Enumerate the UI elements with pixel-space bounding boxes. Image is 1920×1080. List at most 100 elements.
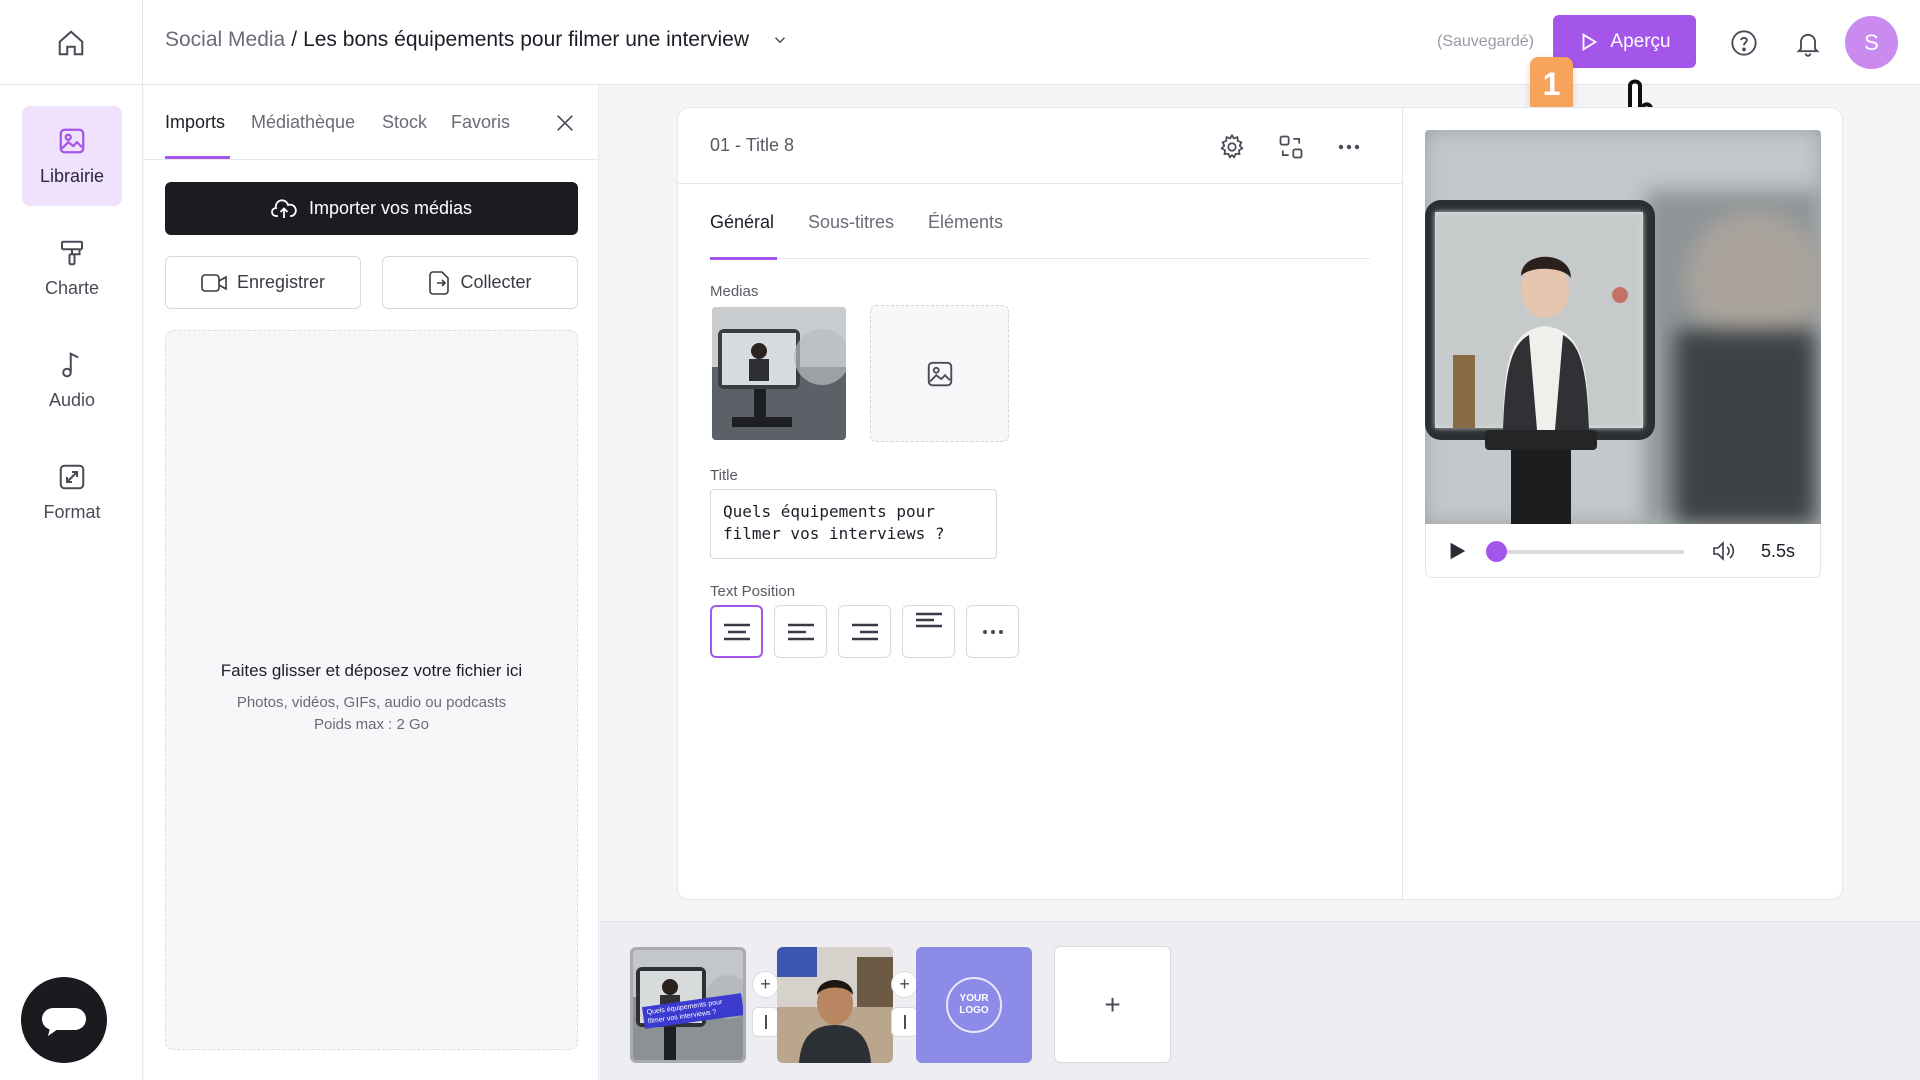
- tab-favoris[interactable]: Favoris: [451, 112, 510, 133]
- rail-item-librairie[interactable]: Librairie: [22, 106, 122, 206]
- music-note-icon: [62, 351, 79, 377]
- align-top-icon: [915, 612, 942, 628]
- tab-mediatheque[interactable]: Médiathèque: [251, 112, 355, 133]
- import-media-button[interactable]: Importer vos médias: [165, 182, 578, 235]
- swap-icon: [1279, 135, 1303, 159]
- swap-layout-button[interactable]: [1274, 130, 1308, 164]
- media-thumbnail[interactable]: [712, 307, 846, 440]
- more-horizontal-icon: [1338, 144, 1360, 150]
- image-icon: [59, 128, 85, 153]
- add-media-slot[interactable]: [870, 305, 1009, 442]
- rail-item-format[interactable]: Format: [22, 442, 122, 542]
- gear-icon: [1220, 133, 1244, 159]
- top-bar: Social Media / Les bons équipements pour…: [0, 0, 1920, 85]
- rail-item-label: Audio: [48, 389, 96, 410]
- more-options-button[interactable]: [1332, 130, 1366, 164]
- tabs-divider: [710, 258, 1370, 259]
- resize-icon: [59, 464, 85, 489]
- title-field[interactable]: [710, 489, 997, 559]
- step-badge: 1: [1530, 57, 1573, 112]
- medias-label: Medias: [710, 283, 759, 300]
- library-tabs: Imports Médiathèque Stock Favoris: [144, 85, 599, 160]
- text-position-more-button[interactable]: [966, 605, 1019, 658]
- timeline-scene-2[interactable]: [777, 947, 893, 1063]
- tab-elements[interactable]: Éléments: [928, 212, 1003, 233]
- timeline-scene-1[interactable]: Quels équipements pour filmer vos interv…: [630, 947, 746, 1063]
- scene-header: 01 - Title 8: [678, 108, 1402, 184]
- align-center-icon: [723, 623, 750, 640]
- home-icon: [58, 29, 84, 55]
- record-label: Enregistrer: [236, 272, 326, 292]
- rail-item-label: Charte: [44, 277, 100, 298]
- cloud-upload-icon: [271, 198, 297, 218]
- text-position-center-button[interactable]: [710, 605, 763, 658]
- save-status: (Sauvegardé): [1437, 33, 1534, 50]
- home-button[interactable]: [0, 0, 143, 85]
- rail-item-charte[interactable]: Charte: [22, 218, 122, 318]
- insert-scene-button[interactable]: +: [891, 971, 918, 998]
- timeline-scene-3[interactable]: YOUR LOGO: [916, 947, 1032, 1063]
- paint-roller-icon: [61, 240, 83, 265]
- record-button[interactable]: Enregistrer: [165, 256, 361, 309]
- image-add-icon: [927, 361, 952, 386]
- video-duration: 5.5s: [1761, 541, 1796, 561]
- more-horizontal-icon: [982, 629, 1003, 634]
- preview-button[interactable]: Aperçu: [1553, 15, 1696, 68]
- transition-handle[interactable]: [891, 1007, 918, 1037]
- collect-label: Collecter: [460, 272, 532, 292]
- avatar[interactable]: S: [1845, 16, 1898, 69]
- help-button[interactable]: [1725, 24, 1763, 62]
- collect-button[interactable]: Collecter: [382, 256, 578, 309]
- video-preview[interactable]: [1425, 130, 1821, 524]
- rail-item-label: Format: [43, 501, 101, 522]
- dropzone-max-size: Poids max : 2 Go: [313, 716, 430, 733]
- library-panel: Imports Médiathèque Stock Favoris Import…: [144, 85, 599, 1080]
- volume-icon: [1713, 541, 1735, 561]
- project-title[interactable]: Les bons équipements pour filmer une int…: [303, 28, 749, 52]
- progress-knob[interactable]: [1486, 541, 1507, 562]
- active-tab-indicator: [165, 156, 230, 159]
- import-media-label: Importer vos médias: [308, 198, 473, 218]
- progress-track[interactable]: [1494, 550, 1684, 554]
- chevron-down-icon[interactable]: [771, 31, 789, 49]
- close-icon: [557, 115, 573, 131]
- scene-settings-button[interactable]: [1215, 130, 1249, 164]
- dropzone-types: Photos, vidéos, GIFs, audio ou podcasts: [236, 694, 507, 711]
- bell-icon: [1796, 33, 1820, 57]
- breadcrumb-separator: /: [291, 28, 298, 51]
- text-position-top-button[interactable]: [902, 605, 955, 658]
- text-position-right-button[interactable]: [838, 605, 891, 658]
- tab-general[interactable]: Général: [710, 212, 774, 233]
- close-panel-button[interactable]: [550, 108, 580, 138]
- left-rail: Librairie Charte Audio Format: [0, 85, 143, 1080]
- dropzone-title: Faites glisser et déposez votre fichier …: [220, 661, 523, 680]
- title-label: Title: [710, 467, 738, 484]
- rail-item-label: Librairie: [39, 165, 105, 186]
- preview-button-label: Aperçu: [1610, 30, 1671, 52]
- tab-imports[interactable]: Imports: [165, 112, 225, 133]
- text-position-left-button[interactable]: [774, 605, 827, 658]
- help-icon: [1731, 30, 1757, 56]
- tab-sous-titres[interactable]: Sous-titres: [808, 212, 894, 233]
- file-dropzone[interactable]: Faites glisser et déposez votre fichier …: [165, 330, 578, 1050]
- chat-button[interactable]: [21, 977, 107, 1063]
- volume-button[interactable]: [1711, 539, 1737, 568]
- logo-placeholder: YOUR LOGO: [946, 977, 1002, 1033]
- text-position-label: Text Position: [710, 583, 796, 600]
- file-import-icon: [429, 270, 450, 295]
- play-icon: [1450, 542, 1466, 560]
- video-camera-icon: [201, 273, 227, 292]
- transition-handle[interactable]: [752, 1007, 779, 1037]
- align-left-icon: [787, 623, 814, 640]
- play-button[interactable]: [1446, 540, 1468, 567]
- active-tab-indicator: [710, 257, 777, 260]
- play-outline-icon: [1582, 32, 1598, 51]
- add-scene-button[interactable]: +: [1054, 946, 1171, 1063]
- rail-item-audio[interactable]: Audio: [22, 330, 122, 430]
- tab-stock[interactable]: Stock: [382, 112, 427, 133]
- scene-title: 01 - Title 8: [710, 135, 795, 155]
- breadcrumb-parent[interactable]: Social Media: [165, 28, 285, 52]
- chat-icon: [42, 1008, 86, 1036]
- notifications-button[interactable]: [1789, 24, 1827, 62]
- insert-scene-button[interactable]: +: [752, 971, 779, 998]
